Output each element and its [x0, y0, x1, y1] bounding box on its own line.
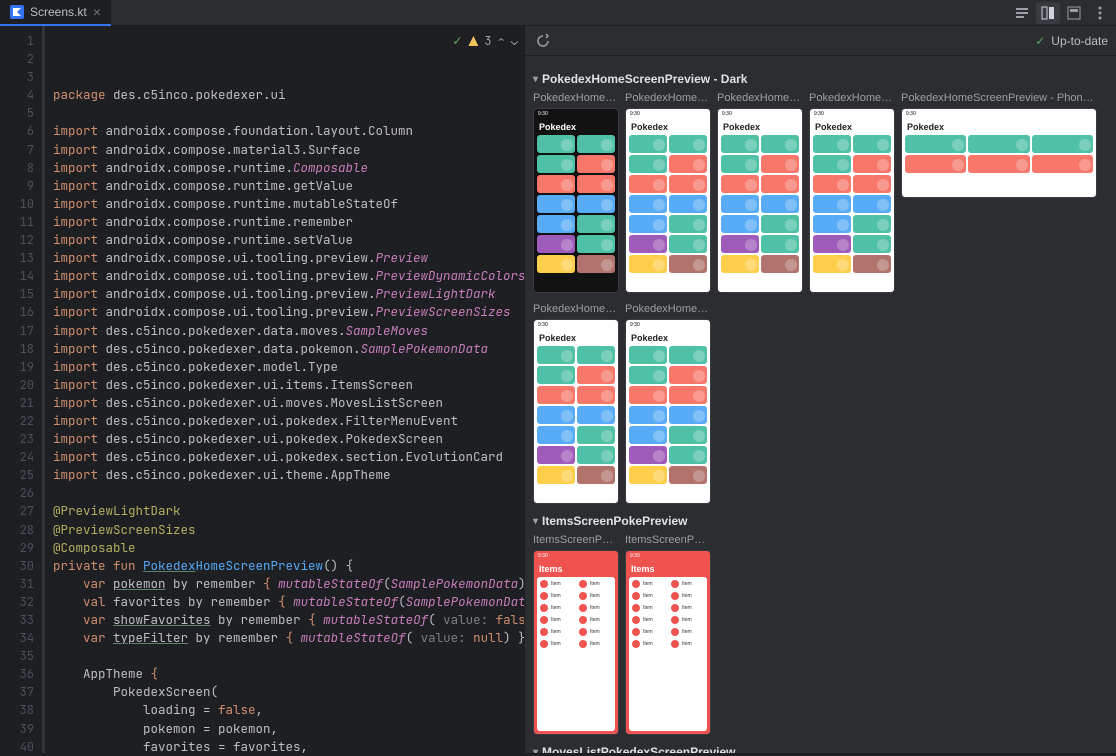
thumbnail-label: PokedexHomeScreenP...: [533, 92, 619, 104]
tab-bar: Screens.kt ×: [0, 0, 1116, 26]
design-view-button[interactable]: [1062, 2, 1086, 24]
thumbnail-label: PokedexHomeScreenP...: [625, 92, 711, 104]
refresh-icon[interactable]: [533, 31, 553, 51]
preview-thumbnail[interactable]: 9:30 Items ItemItemItemItemItemItemItemI…: [533, 550, 619, 735]
file-tab-label: Screens.kt: [30, 5, 87, 19]
preview-toolbar: ✓ Up-to-date: [525, 26, 1116, 56]
thumbnail-wrapper: PokedexHomeScreenP... 9:30 Pokedex: [625, 92, 711, 293]
kotlin-file-icon: [10, 5, 24, 19]
chevron-down-icon: ▾: [533, 74, 538, 85]
problem-count: 3: [484, 32, 491, 50]
thumbnail-wrapper: ItemsScreenPokePrevi... 9:30 Items ItemI…: [533, 534, 619, 735]
thumbnail-label: PokedexHomeScreenP...: [717, 92, 803, 104]
preview-body[interactable]: ▾PokedexHomeScreenPreview - Dark Pokedex…: [525, 56, 1116, 753]
thumbnail-wrapper: PokedexHomeScreenP... 9:30 Pokedex: [533, 92, 619, 293]
preview-thumbnail[interactable]: 9:30 Items ItemItemItemItemItemItemItemI…: [625, 550, 711, 735]
file-tab[interactable]: Screens.kt ×: [0, 0, 111, 26]
preview-group-header[interactable]: ▾ItemsScreenPokePreview: [533, 514, 1108, 528]
close-tab-icon[interactable]: ×: [93, 4, 101, 20]
check-icon: ✓: [1035, 34, 1045, 48]
preview-thumbnail[interactable]: 9:30 Pokedex: [533, 108, 619, 293]
thumbnail-wrapper: PokedexHomeScreenP... 9:30 Pokedex: [625, 303, 711, 504]
thumbnail-wrapper: PokedexHomeScreenP... 9:30 Pokedex: [533, 303, 619, 504]
preview-thumbnail[interactable]: 9:30 Pokedex: [901, 108, 1097, 198]
preview-thumbnail[interactable]: 9:30 Pokedex: [533, 319, 619, 504]
thumbnail-label: ItemsScreenPokePrevi...: [533, 534, 619, 546]
chevron-down-icon: ▾: [533, 747, 538, 754]
thumbnail-wrapper: PokedexHomeScreenP... 9:30 Pokedex: [809, 92, 895, 293]
thumbnail-label: ItemsScreenPokePrevi...: [625, 534, 711, 546]
inspection-widget[interactable]: ✓ 3 ⌃ ⌄: [452, 32, 518, 50]
preview-thumbnail[interactable]: 9:30 Pokedex: [625, 108, 711, 293]
main-area: 1234567891011121314151617181920212223242…: [0, 26, 1116, 753]
more-options-icon[interactable]: [1088, 2, 1112, 24]
preview-group-header[interactable]: ▾PokedexHomeScreenPreview - Dark: [533, 72, 1108, 86]
preview-group-header[interactable]: ▾MovesListPokedexScreenPreview: [533, 745, 1108, 753]
thumbnail-wrapper: PokedexHomeScreenP... 9:30 Pokedex: [717, 92, 803, 293]
check-icon: ✓: [452, 32, 462, 50]
code-view-button[interactable]: [1010, 2, 1034, 24]
preview-pane: ✓ Up-to-date ▾PokedexHomeScreenPreview -…: [524, 26, 1116, 753]
thumbnail-wrapper: PokedexHomeScreenPreview - Phone - Lands…: [901, 92, 1097, 293]
line-number-gutter: 1234567891011121314151617181920212223242…: [0, 26, 42, 753]
build-status: ✓ Up-to-date: [1035, 34, 1108, 48]
code-editor[interactable]: ✓ 3 ⌃ ⌄ package des.c5inco.pokedexer.uii…: [42, 26, 524, 753]
nav-down-icon[interactable]: ⌄: [511, 32, 518, 50]
editor-pane: 1234567891011121314151617181920212223242…: [0, 26, 524, 753]
preview-thumbnail[interactable]: 9:30 Pokedex: [625, 319, 711, 504]
nav-up-icon[interactable]: ⌃: [498, 32, 505, 50]
status-text: Up-to-date: [1051, 34, 1108, 48]
warning-icon: [468, 36, 478, 46]
split-view-button[interactable]: [1036, 2, 1060, 24]
thumbnail-label: PokedexHomeScreenPreview - Phone - Lands…: [901, 92, 1097, 104]
preview-thumbnail[interactable]: 9:30 Pokedex: [809, 108, 895, 293]
view-mode-controls: [1010, 2, 1116, 24]
thumbnail-wrapper: ItemsScreenPokePrevi... 9:30 Items ItemI…: [625, 534, 711, 735]
thumbnail-label: PokedexHomeScreenP...: [809, 92, 895, 104]
preview-thumbnail[interactable]: 9:30 Pokedex: [717, 108, 803, 293]
thumbnail-label: PokedexHomeScreenP...: [625, 303, 711, 315]
thumbnail-label: PokedexHomeScreenP...: [533, 303, 619, 315]
chevron-down-icon: ▾: [533, 516, 538, 527]
